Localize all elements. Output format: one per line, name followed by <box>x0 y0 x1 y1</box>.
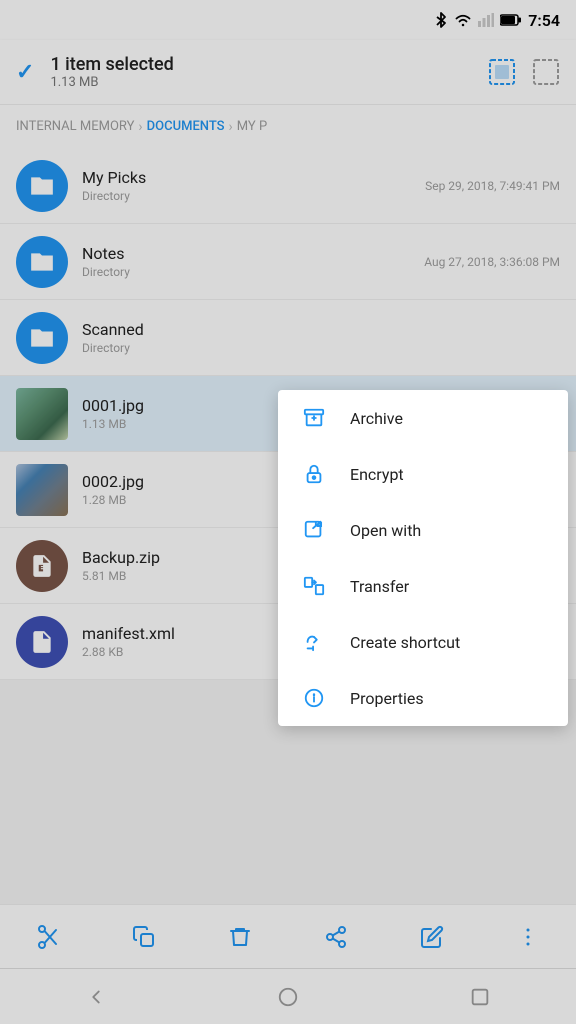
encrypt-icon <box>302 462 326 486</box>
menu-item-createshortcut[interactable]: Create shortcut <box>278 614 568 670</box>
menu-label-encrypt: Encrypt <box>350 465 404 484</box>
menu-label-properties: Properties <box>350 689 424 708</box>
menu-item-openwith[interactable]: Open with <box>278 502 568 558</box>
menu-label-transfer: Transfer <box>350 577 409 596</box>
menu-item-encrypt[interactable]: Encrypt <box>278 446 568 502</box>
createshortcut-icon <box>302 630 326 654</box>
openwith-icon <box>302 518 326 542</box>
menu-item-archive[interactable]: Archive <box>278 390 568 446</box>
properties-icon <box>302 686 326 710</box>
menu-item-properties[interactable]: Properties <box>278 670 568 726</box>
menu-item-transfer[interactable]: Transfer <box>278 558 568 614</box>
menu-label-createshortcut: Create shortcut <box>350 633 460 652</box>
menu-label-openwith: Open with <box>350 521 421 540</box>
transfer-icon <box>302 574 326 598</box>
menu-label-archive: Archive <box>350 409 403 428</box>
archive-icon <box>302 406 326 430</box>
context-menu: Archive Encrypt Open with <box>278 390 568 726</box>
